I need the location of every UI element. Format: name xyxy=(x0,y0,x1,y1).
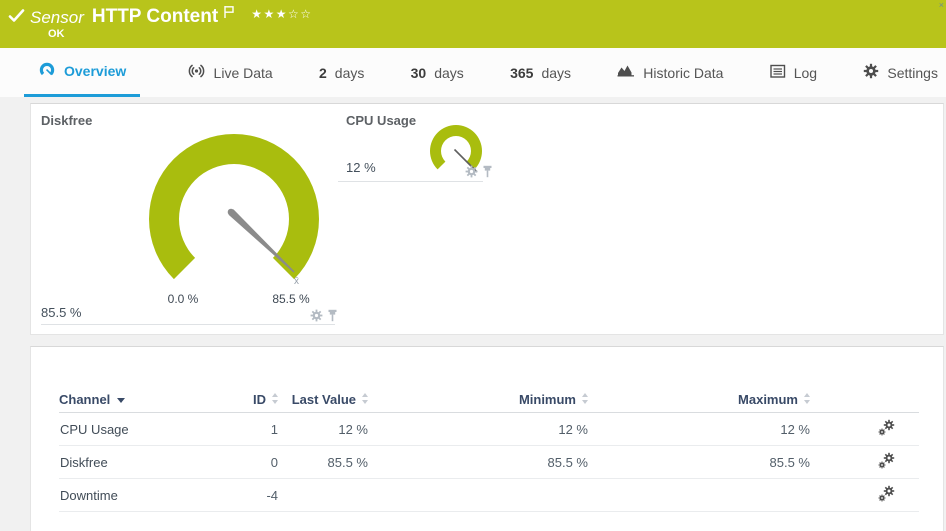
sort-caret-down-icon xyxy=(117,398,126,403)
channel-maximum xyxy=(589,478,811,512)
table-header-row: Channel ID Last Value Minimum Maximum xyxy=(59,347,919,413)
channel-minimum: 12 % xyxy=(369,412,589,446)
tab-30-days-number: 30 xyxy=(410,64,427,81)
tab-historic-data-label: Historic Data xyxy=(643,64,724,81)
sensor-title-row: Sensor HTTP Content ★★★☆☆ xyxy=(30,5,312,28)
cpu-current-value: 12 % xyxy=(346,160,376,175)
tab-historic-data[interactable]: Historic Data xyxy=(617,48,723,97)
table-row: CPU Usage 1 12 % 12 % 12 % xyxy=(59,412,919,446)
gear-icon xyxy=(863,63,879,82)
cpu-gauge xyxy=(426,123,486,188)
tab-30-days-label: days xyxy=(434,64,464,81)
pin-icon[interactable] xyxy=(482,165,493,178)
column-header-last-value[interactable]: Last Value xyxy=(279,347,369,413)
channel-settings-gears-icon[interactable] xyxy=(878,419,895,436)
sensor-overview-page: Sensor HTTP Content ★★★☆☆ OK × Overview xyxy=(0,0,946,531)
close-icon[interactable]: × xyxy=(939,0,944,10)
diskfree-gauge-toolbar xyxy=(310,309,338,322)
tab-live-data-label: Live Data xyxy=(213,64,273,81)
tab-live-data[interactable]: Live Data xyxy=(187,48,273,97)
column-header-tools xyxy=(811,347,919,413)
channels-panel: Channel ID Last Value Minimum Maximum CP… xyxy=(30,346,944,531)
table-row: Diskfree 0 85.5 % 85.5 % 85.5 % xyxy=(59,445,919,479)
column-header-id[interactable]: ID xyxy=(219,347,279,413)
channel-name: CPU Usage xyxy=(59,412,219,446)
channels-table: Channel ID Last Value Minimum Maximum CP… xyxy=(59,347,919,512)
overview-content: Diskfree x̄ 0.0 % 85.5 % 85.5 % CPU Usag… xyxy=(0,97,946,531)
diskfree-gauge-title: Diskfree xyxy=(41,113,93,128)
pin-icon[interactable] xyxy=(327,309,338,322)
channel-id: 0 xyxy=(219,445,279,479)
table-row: Downtime -4 xyxy=(59,478,919,512)
column-header-id-label: ID xyxy=(253,392,266,407)
priority-flag-icon[interactable] xyxy=(223,5,235,25)
tab-2-days-label: days xyxy=(334,64,365,81)
object-kind-label: Sensor xyxy=(30,8,84,27)
gauges-panel: Diskfree x̄ 0.0 % 85.5 % 85.5 % CPU Usag… xyxy=(30,103,944,335)
sensor-name: HTTP Content xyxy=(91,6,219,27)
tab-2-days-number: 2 xyxy=(318,64,327,81)
channel-name: Diskfree xyxy=(59,445,219,479)
channel-minimum xyxy=(369,478,589,512)
tab-30-days[interactable]: 30 days xyxy=(411,48,464,97)
area-chart-icon xyxy=(617,64,635,81)
column-header-channel[interactable]: Channel xyxy=(59,347,219,413)
sort-arrows-icon xyxy=(804,393,811,404)
broadcast-icon xyxy=(187,62,206,83)
tab-365-days-number: 365 xyxy=(510,64,534,81)
status-check-icon xyxy=(8,9,25,28)
tab-365-days-label: days xyxy=(541,64,572,81)
diskfree-current-value: 85.5 % xyxy=(41,305,82,320)
column-header-minimum[interactable]: Minimum xyxy=(369,347,589,413)
column-header-last-value-label: Last Value xyxy=(291,392,356,407)
channel-maximum: 12 % xyxy=(589,412,811,446)
sensor-status-header: Sensor HTTP Content ★★★☆☆ OK × xyxy=(0,0,946,48)
tab-log[interactable]: Log xyxy=(770,48,817,97)
priority-stars[interactable]: ★★★☆☆ xyxy=(251,7,312,21)
channel-last-value xyxy=(279,478,369,512)
column-header-minimum-label: Minimum xyxy=(518,392,576,407)
tab-log-label: Log xyxy=(793,64,818,81)
diskfree-scale-max: 85.5 % xyxy=(272,292,310,306)
channel-id: 1 xyxy=(219,412,279,446)
log-list-icon xyxy=(770,64,786,82)
mean-marker: x̄ xyxy=(294,276,299,287)
channel-name: Downtime xyxy=(59,478,219,512)
tab-overview-label: Overview xyxy=(64,63,127,79)
channel-minimum: 85.5 % xyxy=(369,445,589,479)
sort-arrows-icon xyxy=(582,393,589,404)
tab-bar: Overview Live Data 2 days 30 days 365 da… xyxy=(0,48,946,97)
column-header-maximum-label: Maximum xyxy=(738,392,798,407)
tab-overview[interactable]: Overview xyxy=(24,48,141,97)
sort-arrows-icon xyxy=(362,393,369,404)
cpu-gauge-toolbar xyxy=(465,165,493,178)
gauge-icon xyxy=(38,61,56,82)
channel-last-value: 12 % xyxy=(279,412,369,446)
diskfree-cell-divider xyxy=(41,324,335,325)
channel-settings-gears-icon[interactable] xyxy=(878,452,895,469)
tab-settings[interactable]: Settings xyxy=(863,48,938,97)
column-header-channel-label: Channel xyxy=(59,392,111,407)
diskfree-scale-min: 0.0 % xyxy=(167,292,199,306)
tab-settings-label: Settings xyxy=(887,64,938,81)
channel-maximum: 85.5 % xyxy=(589,445,811,479)
gauge-settings-gear-icon[interactable] xyxy=(465,165,478,178)
cpu-gauge-title: CPU Usage xyxy=(346,113,417,128)
channel-settings-gears-icon[interactable] xyxy=(878,485,895,502)
channel-last-value: 85.5 % xyxy=(279,445,369,479)
tab-365-days[interactable]: 365 days xyxy=(510,48,571,97)
sort-arrows-icon xyxy=(272,393,279,404)
tab-2-days[interactable]: 2 days xyxy=(319,48,364,97)
cpu-cell-divider xyxy=(338,181,483,182)
column-header-maximum[interactable]: Maximum xyxy=(589,347,811,413)
channel-id: -4 xyxy=(219,478,279,512)
status-badge: OK xyxy=(48,28,65,40)
gauge-settings-gear-icon[interactable] xyxy=(310,309,323,322)
